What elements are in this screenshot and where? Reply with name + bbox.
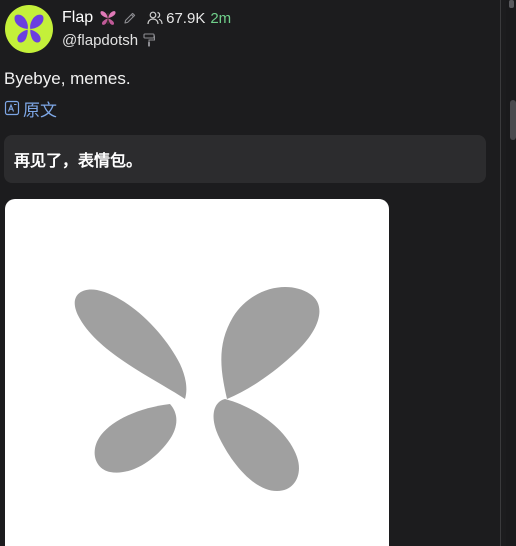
scrollbar-top-thumb[interactable] [509, 0, 514, 8]
post-media-image[interactable] [5, 199, 389, 546]
original-text-link[interactable]: 原文 [4, 97, 57, 120]
original-text-label: 原文 [23, 100, 57, 120]
paint-roller-icon [143, 33, 156, 47]
scrollbar-thumb[interactable] [510, 100, 516, 140]
pencil-icon[interactable] [123, 11, 137, 25]
author-row: Flap 67.9K 2m [62, 7, 231, 29]
scrollbar-track[interactable] [506, 0, 516, 546]
author-handle[interactable]: @flapdotsh [62, 32, 138, 49]
translation-text: 再见了，表情包。 [14, 153, 143, 170]
translate-icon [4, 100, 20, 116]
users-icon [147, 10, 163, 26]
butterfly-emoji-icon [99, 10, 117, 26]
avatar[interactable] [5, 5, 53, 53]
post-page: Flap 67.9K 2m @flapdotsh Byebye, memes. … [0, 0, 516, 546]
butterfly-logo-icon [14, 14, 44, 43]
post-time[interactable]: 2m [210, 10, 231, 27]
post-text: Byebye, memes. [4, 69, 131, 88]
author-name[interactable]: Flap [62, 9, 93, 27]
handle-row: @flapdotsh [62, 30, 156, 50]
translation-box: 再见了，表情包。 [4, 135, 486, 183]
butterfly-logo-icon [74, 287, 320, 491]
followers-count: 67.9K [166, 9, 206, 27]
panel-divider [500, 0, 501, 546]
